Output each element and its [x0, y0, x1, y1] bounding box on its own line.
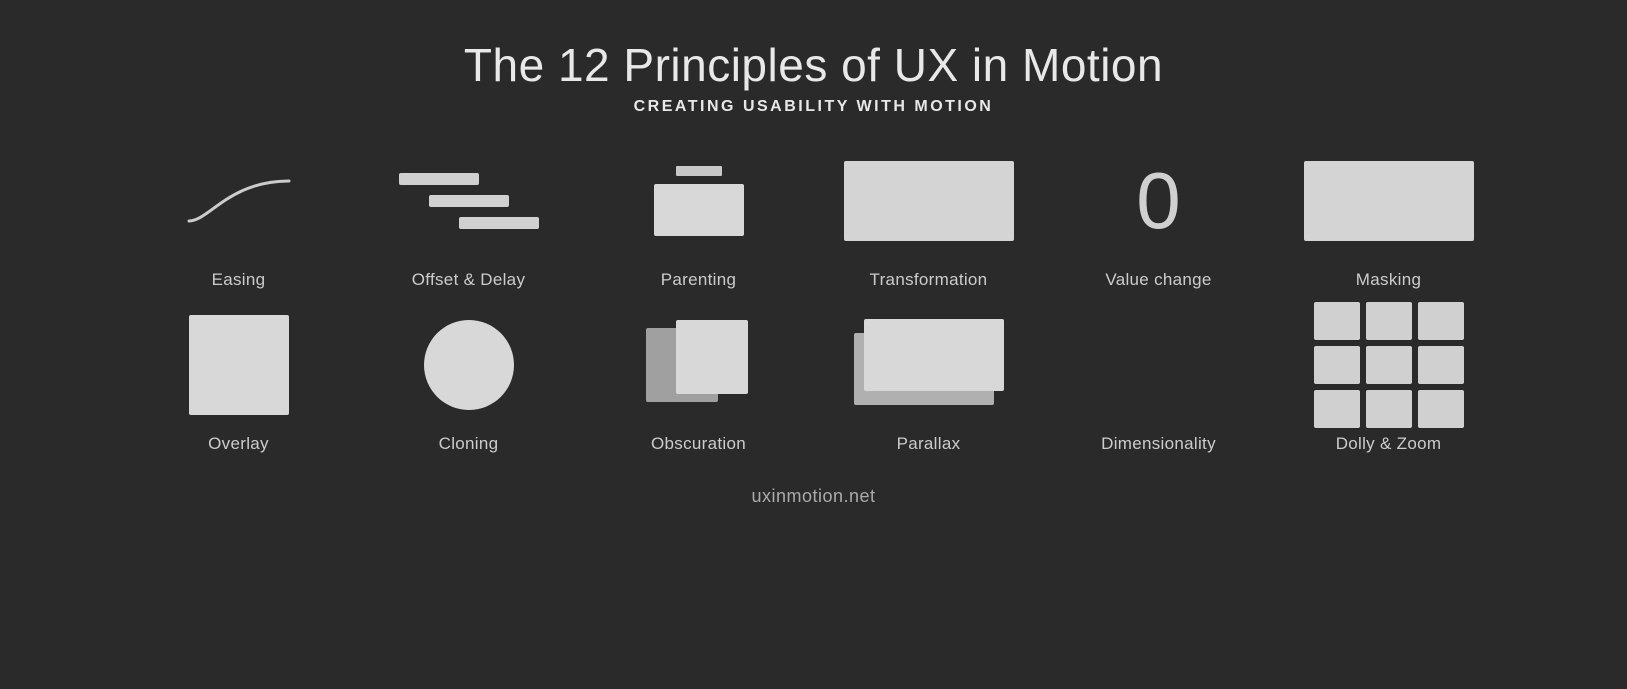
principle-overlay: Overlay	[124, 310, 354, 454]
dimensionality-label: Dimensionality	[1101, 434, 1216, 454]
masking-visual	[1304, 146, 1474, 256]
principle-cloning: Cloning	[354, 310, 584, 454]
dz-cell-5	[1366, 346, 1412, 384]
cloning-label: Cloning	[439, 434, 499, 454]
od-line-3	[459, 217, 539, 229]
principle-parenting: Parenting	[584, 146, 814, 290]
offset-delay-visual	[399, 146, 539, 256]
footer-url: uxinmotion.net	[751, 486, 875, 507]
dolly-zoom-label: Dolly & Zoom	[1336, 434, 1442, 454]
overlay-visual	[189, 310, 289, 420]
principles-grid: Easing Offset & Delay Parenting	[0, 146, 1627, 464]
principle-obscuration: Obscuration	[584, 310, 814, 454]
transformation-icon	[844, 161, 1014, 241]
parenting-icon	[654, 166, 744, 236]
dz-cell-7	[1314, 390, 1360, 428]
page-subtitle: CREATING USABILITY WITH MOTION	[464, 98, 1163, 116]
principle-parallax: Parallax	[814, 310, 1044, 454]
transformation-visual	[844, 146, 1014, 256]
dolly-zoom-visual	[1314, 310, 1464, 420]
value-change-label: Value change	[1105, 270, 1211, 290]
value-change-icon: 0	[1136, 161, 1181, 241]
od-line-2	[429, 195, 509, 207]
dolly-zoom-icon	[1314, 302, 1464, 428]
principle-transformation: Transformation	[814, 146, 1044, 290]
offset-delay-label: Offset & Delay	[412, 270, 526, 290]
easing-visual	[179, 146, 299, 256]
easing-icon	[179, 166, 299, 236]
obscuration-front-rect	[676, 320, 748, 394]
parallax-icon	[854, 315, 1004, 415]
obscuration-icon	[646, 320, 751, 410]
easing-label: Easing	[212, 270, 266, 290]
offset-delay-icon	[399, 173, 539, 229]
masking-label: Masking	[1356, 270, 1421, 290]
cloning-icon	[424, 320, 514, 410]
dimensionality-visual	[1094, 310, 1224, 420]
principle-easing: Easing	[124, 146, 354, 290]
parallax-front-rect	[864, 319, 1004, 391]
overlay-icon	[189, 315, 289, 415]
transformation-label: Transformation	[870, 270, 988, 290]
parallax-label: Parallax	[897, 434, 961, 454]
cloning-visual	[424, 310, 514, 420]
row-1: Easing Offset & Delay Parenting	[0, 146, 1627, 300]
principle-dimensionality: Dimensionality	[1044, 310, 1274, 454]
principle-value-change: 0 Value change	[1044, 146, 1274, 290]
dz-cell-6	[1418, 346, 1464, 384]
masking-icon	[1304, 161, 1474, 241]
dz-cell-8	[1366, 390, 1412, 428]
principle-offset-delay: Offset & Delay	[354, 146, 584, 290]
overlay-label: Overlay	[208, 434, 269, 454]
parenting-visual	[654, 146, 744, 256]
value-change-visual: 0	[1136, 146, 1181, 256]
dz-cell-2	[1366, 302, 1412, 340]
dz-cell-3	[1418, 302, 1464, 340]
dz-cell-1	[1314, 302, 1360, 340]
principle-masking: Masking	[1274, 146, 1504, 290]
dimensionality-icon	[1094, 320, 1224, 410]
row-2: Overlay Cloning Obscuration	[0, 310, 1627, 464]
parenting-large-rect	[654, 184, 744, 236]
obscuration-visual	[646, 310, 751, 420]
dz-cell-4	[1314, 346, 1360, 384]
parallax-visual	[854, 310, 1004, 420]
page-title: The 12 Principles of UX in Motion	[464, 38, 1163, 92]
obscuration-label: Obscuration	[651, 434, 746, 454]
dz-cell-9	[1418, 390, 1464, 428]
parenting-label: Parenting	[661, 270, 736, 290]
page-header: The 12 Principles of UX in Motion CREATI…	[464, 38, 1163, 116]
parenting-small-rect	[676, 166, 722, 176]
od-line-1	[399, 173, 479, 185]
principle-dolly-zoom: Dolly & Zoom	[1274, 310, 1504, 454]
